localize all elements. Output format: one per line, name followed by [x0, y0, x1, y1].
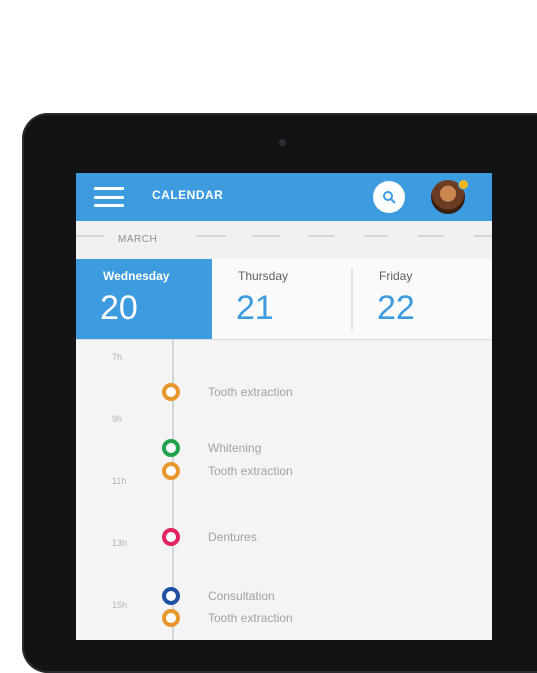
day-friday[interactable]: Friday 22: [353, 259, 492, 339]
time-label: 13h: [112, 538, 128, 548]
event-label: Whitening: [208, 441, 262, 455]
month-strip-mark: [418, 235, 444, 237]
event-label: Tooth extraction: [208, 385, 293, 399]
day-number: 22: [377, 289, 415, 327]
day-divider: [351, 268, 353, 330]
event-item[interactable]: Tooth extraction: [162, 383, 293, 401]
time-label: 7h: [112, 352, 123, 362]
event-marker-icon: [162, 439, 180, 457]
day-wednesday[interactable]: Wednesday 20: [76, 259, 212, 339]
search-button[interactable]: [373, 181, 405, 213]
day-name: Wednesday: [103, 269, 170, 283]
month-strip-mark: [474, 235, 492, 237]
event-label: Consultation: [208, 589, 275, 603]
event-item[interactable]: Tooth extraction: [162, 462, 293, 480]
day-header: Wednesday 20 Thursday 21 Friday 22: [76, 259, 492, 340]
time-label: 15h: [112, 600, 128, 610]
event-item[interactable]: Whitening: [162, 439, 261, 457]
event-marker-icon: [162, 528, 180, 546]
month-strip[interactable]: MARCH: [76, 221, 492, 260]
month-strip-mark: [76, 235, 104, 237]
time-label: 11h: [112, 476, 127, 486]
app-screen: CALENDAR MARCH Wednesday 20 Thursday 21 …: [76, 173, 492, 640]
month-label: MARCH: [118, 234, 158, 245]
event-label: Tooth extraction: [208, 611, 293, 625]
day-name: Friday: [379, 269, 413, 283]
menu-icon-bar: [94, 187, 124, 190]
event-item[interactable]: Consultation: [162, 587, 275, 605]
search-icon: [383, 191, 396, 204]
month-strip-mark: [196, 235, 226, 237]
menu-icon-bar: [94, 195, 124, 199]
app-bar: CALENDAR: [76, 173, 492, 221]
month-strip-mark: [308, 235, 334, 237]
event-marker-icon: [162, 383, 180, 401]
notification-badge: [458, 179, 469, 190]
event-item[interactable]: Dentures: [162, 528, 257, 546]
event-label: Dentures: [208, 530, 257, 544]
menu-icon-bar: [94, 204, 124, 207]
event-marker-icon: [162, 609, 180, 627]
event-item[interactable]: Tooth extraction: [162, 609, 293, 627]
day-thursday[interactable]: Thursday 21: [212, 259, 352, 339]
camera-dot: [279, 139, 286, 146]
timeline: 7h 9h 11h 13h 15h Tooth extraction White…: [76, 339, 492, 640]
day-number: 20: [100, 289, 138, 327]
menu-button[interactable]: [94, 187, 124, 207]
time-label: 9h: [112, 414, 123, 424]
app-title: CALENDAR: [152, 188, 224, 202]
event-label: Tooth extraction: [208, 464, 293, 478]
event-marker-icon: [162, 462, 180, 480]
day-name: Thursday: [238, 269, 289, 283]
day-number: 21: [236, 289, 274, 327]
event-marker-icon: [162, 587, 180, 605]
month-strip-mark: [364, 235, 388, 237]
month-strip-mark: [252, 235, 280, 237]
